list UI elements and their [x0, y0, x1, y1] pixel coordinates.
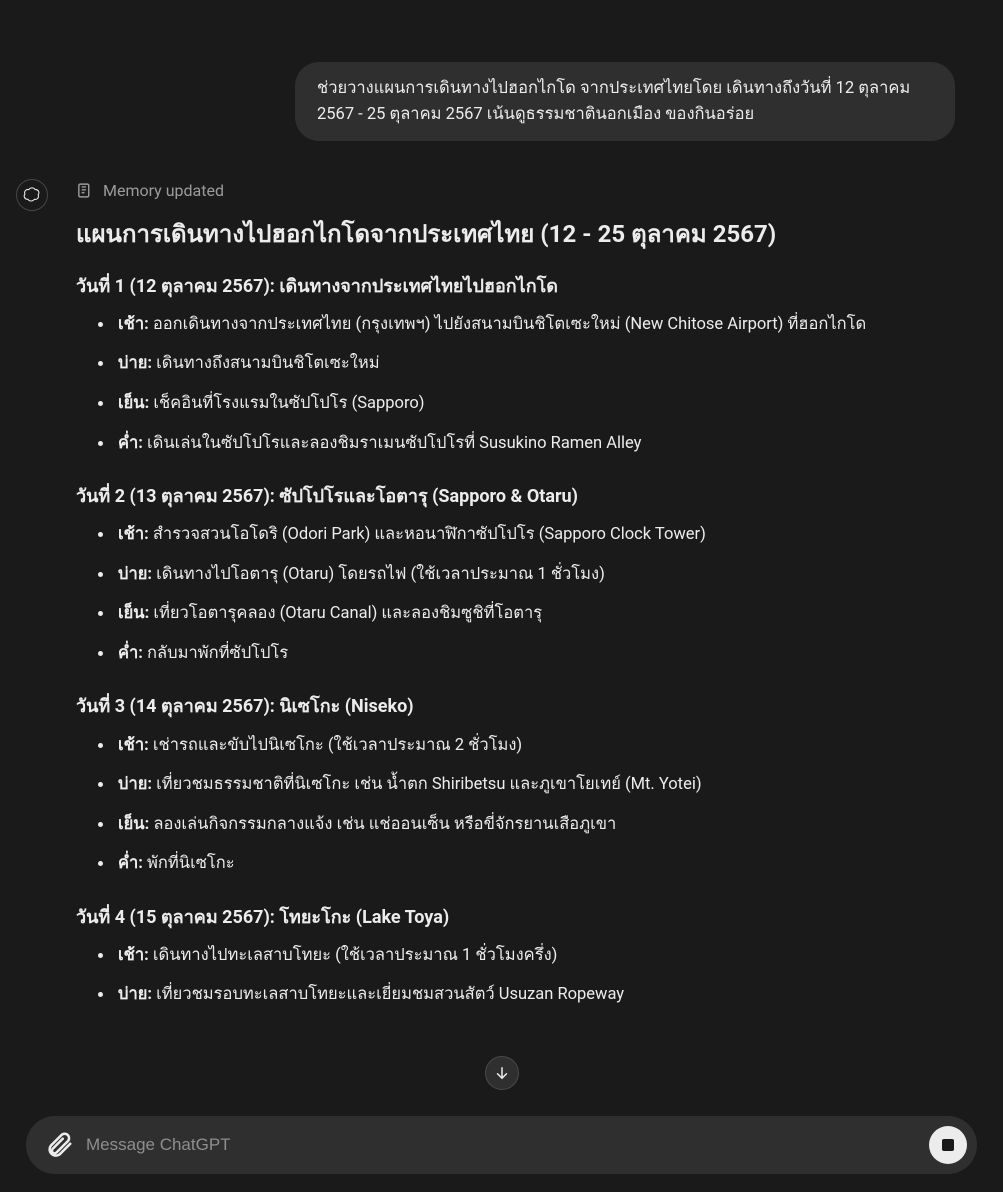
paperclip-icon: [44, 1130, 74, 1160]
day-section: วันที่ 1 (12 ตุลาคม 2567): เดินทางจากประ…: [76, 274, 955, 456]
user-message-text: ช่วยวางแผนการเดินทางไปฮอกไกโด จากประเทศไ…: [317, 79, 910, 124]
day-section: วันที่ 3 (14 ตุลาคม 2567): นิเซโกะ (Nise…: [76, 694, 955, 876]
time-label: เย็น:: [118, 394, 149, 413]
list-item: เช้า: เดินทางไปทะเลสาบโทยะ (ใช้เวลาประมา…: [114, 943, 955, 969]
stop-generating-button[interactable]: [929, 1126, 967, 1164]
list-item: ค่ำ: เดินเล่นในซัปโปโรและลองชิมราเมนซัปโ…: [114, 431, 955, 457]
scroll-to-bottom-button[interactable]: [485, 1056, 519, 1090]
memory-icon: [76, 182, 93, 199]
list-item: ค่ำ: กลับมาพักที่ซัปโปโร: [114, 641, 955, 667]
list-item: เย็น: ลองเล่นกิจกรรมกลางแจ้ง เช่น แช่ออน…: [114, 812, 955, 838]
time-label: เย็น:: [118, 815, 149, 834]
plan-title: แผนการเดินทางไปฮอกไกโดจากประเทศไทย (12 -…: [76, 218, 955, 252]
item-text: ลองเล่นกิจกรรมกลางแจ้ง เช่น แช่ออนเซ็น ห…: [149, 815, 616, 834]
list-item: เช้า: สำรวจสวนโอโดริ (Odori Park) และหอน…: [114, 522, 955, 548]
item-text: เที่ยวชมรอบทะเลสาบโทยะและเยี่ยมชมสวนสัตว…: [152, 985, 624, 1004]
time-label: บ่าย:: [118, 985, 152, 1004]
item-text: กลับมาพักที่ซัปโปโร: [143, 644, 288, 663]
item-text: เดินทางไปโอตารุ (Otaru) โดยรถไฟ (ใช้เวลา…: [152, 565, 605, 584]
item-text: เดินเล่นในซัปโปโรและลองชิมราเมนซัปโปโรที…: [143, 434, 642, 453]
user-message-bubble: ช่วยวางแผนการเดินทางไปฮอกไกโด จากประเทศไ…: [295, 62, 955, 141]
day-section: วันที่ 4 (15 ตุลาคม 2567): โทยะโกะ (Lake…: [76, 905, 955, 1008]
list-item: บ่าย: เดินทางไปโอตารุ (Otaru) โดยรถไฟ (ใ…: [114, 562, 955, 588]
memory-status-row[interactable]: Memory updated: [76, 181, 955, 200]
memory-status-text: Memory updated: [103, 181, 224, 200]
day-heading: วันที่ 3 (14 ตุลาคม 2567): นิเซโกะ (Nise…: [76, 694, 955, 720]
time-label: เช้า:: [118, 736, 149, 755]
day-heading: วันที่ 2 (13 ตุลาคม 2567): ซัปโปโรและโอต…: [76, 484, 955, 510]
list-item: บ่าย: เที่ยวชมธรรมชาติที่นิเซโกะ เช่น น้…: [114, 772, 955, 798]
time-label: เช้า:: [118, 315, 149, 334]
day-section: วันที่ 2 (13 ตุลาคม 2567): ซัปโปโรและโอต…: [76, 484, 955, 666]
time-label: ค่ำ:: [118, 644, 143, 663]
composer-input[interactable]: [74, 1135, 929, 1155]
time-label: บ่าย:: [118, 775, 152, 794]
plan-list: เช้า: ออกเดินทางจากประเทศไทย (กรุงเทพฯ) …: [76, 312, 955, 456]
time-label: ค่ำ:: [118, 434, 143, 453]
time-label: บ่าย:: [118, 565, 152, 584]
time-label: เช้า:: [118, 946, 149, 965]
list-item: ค่ำ: พักที่นิเซโกะ: [114, 851, 955, 877]
composer: [26, 1116, 977, 1174]
item-text: เช่ารถและขับไปนิเซโกะ (ใช้เวลาประมาณ 2 ช…: [149, 736, 522, 755]
list-item: เช้า: เช่ารถและขับไปนิเซโกะ (ใช้เวลาประม…: [114, 733, 955, 759]
list-item: บ่าย: เที่ยวชมรอบทะเลสาบโทยะและเยี่ยมชมส…: [114, 982, 955, 1008]
list-item: เย็น: เที่ยวโอตารุคลอง (Otaru Canal) และ…: [114, 601, 955, 627]
time-label: ค่ำ:: [118, 854, 143, 873]
time-label: บ่าย:: [118, 354, 152, 373]
plan-list: เช้า: สำรวจสวนโอโดริ (Odori Park) และหอน…: [76, 522, 955, 666]
item-text: ออกเดินทางจากประเทศไทย (กรุงเทพฯ) ไปยังส…: [149, 315, 866, 334]
list-item: บ่าย: เดินทางถึงสนามบินชิโตเซะใหม่: [114, 351, 955, 377]
day-heading: วันที่ 4 (15 ตุลาคม 2567): โทยะโกะ (Lake…: [76, 905, 955, 931]
item-text: เที่ยวโอตารุคลอง (Otaru Canal) และลองชิม…: [149, 604, 542, 623]
plan-list: เช้า: เดินทางไปทะเลสาบโทยะ (ใช้เวลาประมา…: [76, 943, 955, 1008]
list-item: เช้า: ออกเดินทางจากประเทศไทย (กรุงเทพฯ) …: [114, 312, 955, 338]
plan-list: เช้า: เช่ารถและขับไปนิเซโกะ (ใช้เวลาประม…: [76, 733, 955, 877]
item-text: เที่ยวชมธรรมชาติที่นิเซโกะ เช่น น้ำตก Sh…: [152, 775, 702, 794]
item-text: พักที่นิเซโกะ: [143, 854, 235, 873]
time-label: เช้า:: [118, 525, 149, 544]
item-text: เช็คอินที่โรงแรมในซัปโปโร (Sapporo): [149, 394, 424, 413]
item-text: เดินทางถึงสนามบินชิโตเซะใหม่: [152, 354, 380, 373]
item-text: สำรวจสวนโอโดริ (Odori Park) และหอนาฬิกาซ…: [149, 525, 706, 544]
list-item: เย็น: เช็คอินที่โรงแรมในซัปโปโร (Sapporo…: [114, 391, 955, 417]
item-text: เดินทางไปทะเลสาบโทยะ (ใช้เวลาประมาณ 1 ชั…: [149, 946, 558, 965]
openai-logo-icon: [23, 186, 41, 204]
time-label: เย็น:: [118, 604, 149, 623]
stop-icon: [942, 1139, 954, 1151]
assistant-avatar: [16, 179, 48, 211]
attach-button[interactable]: [44, 1130, 74, 1160]
day-heading: วันที่ 1 (12 ตุลาคม 2567): เดินทางจากประ…: [76, 274, 955, 300]
arrow-down-icon: [493, 1064, 511, 1082]
